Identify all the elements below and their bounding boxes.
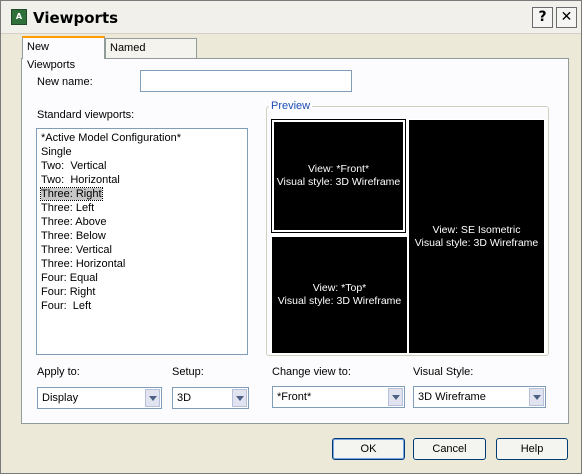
- visual-style-select[interactable]: 3D Wireframe: [413, 386, 546, 408]
- chevron-down-icon[interactable]: [529, 388, 544, 406]
- new-name-input[interactable]: [140, 70, 352, 92]
- help-button[interactable]: Help: [496, 438, 568, 460]
- chevron-down-icon[interactable]: [145, 389, 160, 407]
- change-view-value: *Front*: [277, 391, 312, 403]
- viewport-front-style: Visual style: 3D Wireframe: [276, 176, 401, 188]
- visual-style-value: 3D Wireframe: [418, 391, 486, 403]
- viewport-front[interactable]: View: *Front* Visual style: 3D Wireframe: [271, 119, 406, 233]
- preview-area: View: *Front* Visual style: 3D Wireframe…: [271, 119, 546, 354]
- setup-value: 3D: [177, 392, 192, 404]
- viewport-se-view: View: SE Isometric: [432, 223, 521, 236]
- apply-to-select[interactable]: Display: [37, 387, 162, 409]
- list-item[interactable]: Three: Left: [37, 201, 247, 215]
- list-item[interactable]: Three: Below: [37, 229, 247, 243]
- list-item[interactable]: Three: Horizontal: [37, 257, 247, 271]
- list-item[interactable]: Two: Vertical: [37, 159, 247, 173]
- change-view-label: Change view to:: [272, 366, 351, 378]
- tab-named-viewports[interactable]: Named Viewports: [105, 38, 197, 72]
- setup-label: Setup:: [172, 366, 204, 378]
- list-item[interactable]: Two: Horizontal: [37, 173, 247, 187]
- standard-viewports-list[interactable]: *Active Model Configuration* Single Two:…: [36, 128, 248, 355]
- preview-label: Preview: [269, 100, 313, 112]
- cancel-button[interactable]: Cancel: [413, 438, 486, 460]
- list-item[interactable]: Four: Left: [37, 299, 247, 313]
- list-item[interactable]: Three: Vertical: [37, 243, 247, 257]
- autocad-app-icon: A: [11, 9, 27, 25]
- change-view-select[interactable]: *Front*: [272, 386, 405, 408]
- close-button[interactable]: ✕: [556, 7, 577, 28]
- tab-new-viewports[interactable]: New Viewports: [22, 36, 105, 71]
- apply-to-label: Apply to:: [37, 366, 80, 378]
- window-title: Viewports: [33, 9, 119, 27]
- chevron-down-icon[interactable]: [388, 388, 403, 406]
- list-item-selected[interactable]: Three: Right: [37, 187, 247, 201]
- title-bar[interactable]: A Viewports ? ✕: [1, 1, 581, 34]
- apply-to-value: Display: [42, 392, 79, 404]
- viewport-top-style: Visual style: 3D Wireframe: [277, 295, 402, 307]
- list-item[interactable]: Three: Above: [37, 215, 247, 229]
- ok-button[interactable]: OK: [332, 438, 405, 460]
- viewport-top-view: View: *Top*: [312, 282, 367, 294]
- viewport-se-isometric[interactable]: View: SE Isometric Visual style: 3D Wire…: [409, 120, 544, 353]
- new-name-label: New name:: [37, 76, 93, 88]
- visual-style-label: Visual Style:: [413, 366, 474, 378]
- list-item[interactable]: Four: Right: [37, 285, 247, 299]
- help-title-button[interactable]: ?: [532, 7, 553, 28]
- viewport-top[interactable]: View: *Top* Visual style: 3D Wireframe: [272, 237, 407, 353]
- list-item[interactable]: Single: [37, 145, 247, 159]
- list-item[interactable]: Four: Equal: [37, 271, 247, 285]
- viewport-se-style: Visual style: 3D Wireframe: [414, 236, 539, 249]
- chevron-down-icon[interactable]: [232, 389, 247, 407]
- list-item[interactable]: *Active Model Configuration*: [37, 131, 247, 145]
- setup-select[interactable]: 3D: [172, 387, 249, 409]
- standard-viewports-label: Standard viewports:: [37, 109, 135, 121]
- viewport-front-view: View: *Front*: [307, 163, 370, 175]
- viewports-dialog: A Viewports ? ✕ New Viewports Named View…: [0, 0, 582, 474]
